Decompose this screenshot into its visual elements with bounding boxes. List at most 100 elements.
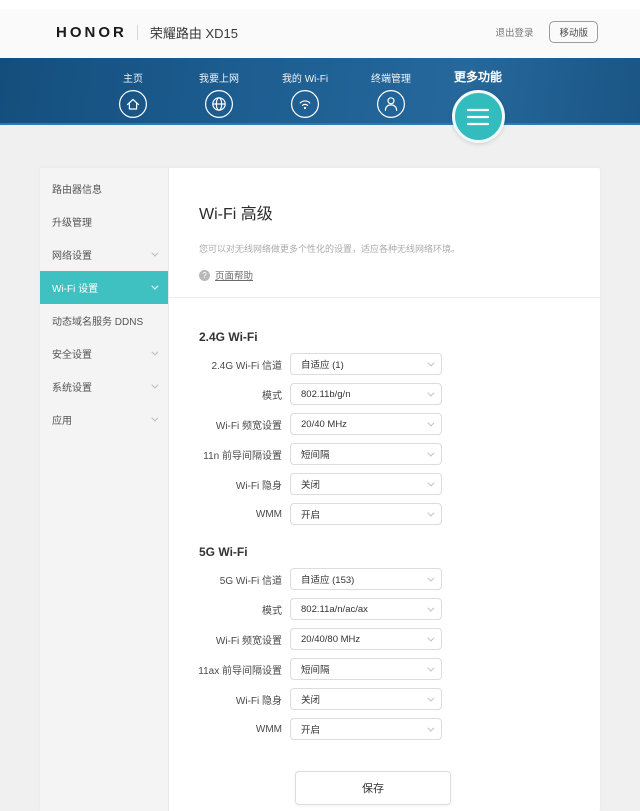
nav-item-devices[interactable]: 终端管理 — [346, 73, 436, 119]
nav-item-more-functions[interactable]: 更多功能 — [430, 70, 526, 143]
sidebar-item-ddns[interactable]: 动态域名服务 DDNS — [40, 304, 168, 337]
select-value: 20/40/80 MHz — [301, 634, 360, 645]
chevron-down-icon — [427, 664, 434, 671]
sidebar-item-label: 动态域名服务 DDNS — [52, 313, 143, 328]
chevron-down-icon — [427, 389, 434, 396]
guard-interval-select-2g4[interactable]: 短间隔 — [290, 443, 442, 465]
nav-item-home[interactable]: 主页 — [88, 73, 178, 119]
nav-item-label: 我的 Wi-Fi — [282, 73, 328, 86]
page-help-link[interactable]: ? 页面帮助 — [199, 268, 570, 282]
field-label: 5G Wi-Fi 信道 — [169, 572, 290, 587]
select-value: 关闭 — [301, 692, 320, 706]
chevron-down-icon — [427, 479, 434, 486]
section-divider — [169, 297, 600, 298]
section-heading-5g: 5G Wi-Fi — [199, 545, 600, 559]
form-row: 11n 前导间隔设置 短间隔 — [169, 443, 600, 465]
chevron-down-icon — [427, 419, 434, 426]
form-row: Wi-Fi 隐身 关闭 — [169, 473, 600, 495]
select-value: 短间隔 — [301, 447, 330, 461]
main-nav: 主页 我要上网 我的 Wi-Fi — [0, 58, 640, 125]
sidebar-item-router-info[interactable]: 路由器信息 — [40, 172, 168, 205]
hidden-wifi-select-2g4[interactable]: 关闭 — [290, 473, 442, 495]
mobile-version-button[interactable]: 移动版 — [549, 21, 598, 43]
select-value: 关闭 — [301, 477, 320, 491]
help-link-label: 页面帮助 — [215, 268, 253, 282]
select-value: 开启 — [301, 722, 320, 736]
chevron-down-icon — [427, 449, 434, 456]
select-value: 短间隔 — [301, 662, 330, 676]
channel-select-5g[interactable]: 自适应 (153) — [290, 568, 442, 590]
form-row: 模式 802.11a/n/ac/ax — [169, 598, 600, 620]
mode-select-2g4[interactable]: 802.11b/g/n — [290, 383, 442, 405]
chevron-down-icon — [427, 634, 434, 641]
sidebar-item-label: 路由器信息 — [52, 181, 102, 196]
hamburger-menu-icon — [465, 106, 491, 128]
chevron-down-icon — [151, 283, 158, 290]
bandwidth-select-2g4[interactable]: 20/40 MHz — [290, 413, 442, 435]
nav-item-label: 主页 — [123, 73, 143, 86]
page-title: Wi-Fi 高级 — [199, 200, 570, 224]
chevron-down-icon — [427, 574, 434, 581]
wifi-icon — [290, 89, 320, 119]
hidden-wifi-select-5g[interactable]: 关闭 — [290, 688, 442, 710]
home-icon — [118, 89, 148, 119]
device-name: 荣耀路由 XD15 — [150, 23, 238, 42]
top-header: HONOR 荣耀路由 XD15 退出登录 移动版 — [0, 0, 640, 58]
page-description: 您可以对无线网络做更多个性化的设置，适应各种无线网络环境。 — [199, 242, 570, 255]
router-admin-page: HONOR 荣耀路由 XD15 退出登录 移动版 主页 我要上网 — [0, 0, 640, 811]
form-row: WMM 开启 — [169, 718, 600, 740]
chevron-down-icon — [427, 724, 434, 731]
sidebar-item-upgrade[interactable]: 升级管理 — [40, 205, 168, 238]
save-button[interactable]: 保存 — [295, 771, 451, 805]
nav-item-label: 我要上网 — [199, 73, 239, 86]
form-row: Wi-Fi 隐身 关闭 — [169, 688, 600, 710]
field-label: 11ax 前导间隔设置 — [169, 662, 290, 677]
sidebar-item-system[interactable]: 系统设置 — [40, 370, 168, 403]
chevron-down-icon — [427, 694, 434, 701]
sidebar-item-security[interactable]: 安全设置 — [40, 337, 168, 370]
nav-item-my-wifi[interactable]: 我的 Wi-Fi — [260, 73, 350, 119]
select-value: 802.11a/n/ac/ax — [301, 604, 368, 615]
channel-select-2g4[interactable]: 自适应 (1) — [290, 353, 442, 375]
sidebar-item-label: 升级管理 — [52, 214, 92, 229]
sidebar-item-network-settings[interactable]: 网络设置 — [40, 238, 168, 271]
settings-card: 路由器信息 升级管理 网络设置 Wi-Fi 设置 动态域名服务 DDNS 安全设… — [40, 168, 600, 811]
nav-item-internet[interactable]: 我要上网 — [174, 73, 264, 119]
sidebar-item-wifi-settings[interactable]: Wi-Fi 设置 — [40, 271, 168, 304]
form-row: 11ax 前导间隔设置 短间隔 — [169, 658, 600, 680]
field-label: 模式 — [169, 387, 290, 402]
sidebar-item-apps[interactable]: 应用 — [40, 403, 168, 436]
brand-separator — [137, 25, 138, 40]
sidebar-item-label: 安全设置 — [52, 346, 92, 361]
sidebar-item-label: 网络设置 — [52, 247, 92, 262]
select-value: 开启 — [301, 507, 320, 521]
chevron-down-icon — [151, 415, 158, 422]
chevron-down-icon — [427, 359, 434, 366]
section-heading-2g4: 2.4G Wi-Fi — [199, 330, 600, 344]
globe-icon — [204, 89, 234, 119]
form-row: WMM 开启 — [169, 503, 600, 525]
settings-sidebar: 路由器信息 升级管理 网络设置 Wi-Fi 设置 动态域名服务 DDNS 安全设… — [40, 168, 169, 811]
select-value: 自适应 (1) — [301, 357, 344, 371]
more-functions-circle — [452, 90, 505, 143]
wmm-select-2g4[interactable]: 开启 — [290, 503, 442, 525]
select-value: 自适应 (153) — [301, 572, 354, 586]
bandwidth-select-5g[interactable]: 20/40/80 MHz — [290, 628, 442, 650]
chevron-down-icon — [427, 509, 434, 516]
sidebar-item-label: Wi-Fi 设置 — [52, 280, 98, 295]
guard-interval-select-5g[interactable]: 短间隔 — [290, 658, 442, 680]
field-label: Wi-Fi 隐身 — [169, 477, 290, 492]
field-label: 模式 — [169, 602, 290, 617]
field-label: Wi-Fi 隐身 — [169, 692, 290, 707]
chevron-down-icon — [151, 250, 158, 257]
settings-content: Wi-Fi 高级 您可以对无线网络做更多个性化的设置，适应各种无线网络环境。 ?… — [169, 168, 600, 811]
field-label: WMM — [169, 509, 290, 520]
nav-item-label: 更多功能 — [454, 70, 502, 85]
mode-select-5g[interactable]: 802.11a/n/ac/ax — [290, 598, 442, 620]
wmm-select-5g[interactable]: 开启 — [290, 718, 442, 740]
logout-link[interactable]: 退出登录 — [495, 25, 533, 39]
field-label: 11n 前导间隔设置 — [169, 447, 290, 462]
select-value: 802.11b/g/n — [301, 389, 350, 400]
form-row: 5G Wi-Fi 信道 自适应 (153) — [169, 568, 600, 590]
sidebar-item-label: 系统设置 — [52, 379, 92, 394]
